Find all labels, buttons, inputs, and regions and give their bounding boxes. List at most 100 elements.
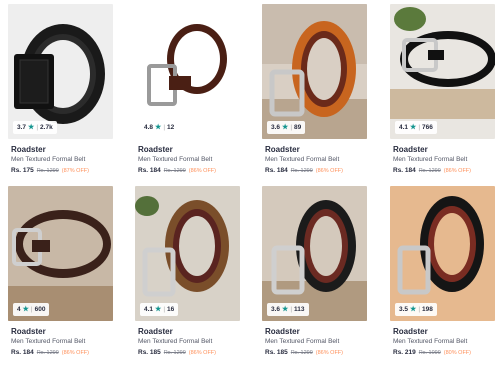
price-discount: (86% OFF) [315, 168, 343, 174]
price-current: Rs. 175 [11, 167, 34, 174]
product-price: Rs. 184 Rs. 1299 (86% OFF) [393, 167, 471, 174]
product-card[interactable]: 4.1 ★ | 766 Roadster Men Textured Formal… [390, 4, 495, 184]
price-discount: (80% OFF) [443, 350, 471, 356]
rating-value: 3.6 [271, 306, 281, 313]
product-brand: Roadster [138, 145, 173, 154]
rating-count: 89 [294, 124, 302, 131]
price-mrp: Rs. 1299 [290, 350, 313, 356]
rating-separator: | [290, 124, 293, 131]
rating-count: 2.7k [40, 124, 53, 131]
price-mrp: Rs. 1099 [418, 350, 441, 356]
rating-badge: 3.6 ★ | 89 [267, 121, 306, 134]
product-name: Men Textured Formal Belt [265, 156, 340, 163]
product-name: Men Textured Formal Belt [138, 338, 213, 345]
star-icon: ★ [410, 124, 417, 131]
product-brand: Roadster [393, 145, 428, 154]
rating-value: 4.1 [144, 306, 154, 313]
rating-separator: | [163, 306, 166, 313]
price-discount: (87% OFF) [61, 168, 89, 174]
rating-value: 4.8 [144, 124, 154, 131]
product-card[interactable]: 4.1 ★ | 16 Roadster Men Textured Formal … [135, 186, 240, 365]
product-price: Rs. 185 Rs. 1299 (86% OFF) [138, 349, 216, 356]
rating-badge: 4.1 ★ | 16 [140, 303, 179, 316]
product-name: Men Textured Formal Belt [393, 156, 468, 163]
product-name: Men Textured Formal Belt [11, 338, 86, 345]
price-discount: (86% OFF) [188, 350, 216, 356]
price-discount: (86% OFF) [188, 168, 216, 174]
product-card[interactable]: 3.6 ★ | 89 Roadster Men Textured Formal … [262, 4, 367, 184]
product-image[interactable] [390, 4, 495, 139]
product-card[interactable]: 4 ★ | 600 Roadster Men Textured Formal B… [8, 186, 113, 365]
star-icon: ★ [155, 306, 162, 313]
product-image[interactable] [390, 186, 495, 321]
product-brand: Roadster [265, 145, 300, 154]
product-image[interactable] [135, 4, 240, 139]
product-card[interactable]: 3.5 ★ | 198 Roadster Men Textured Formal… [390, 186, 495, 365]
product-brand: Roadster [11, 145, 46, 154]
rating-badge: 4 ★ | 600 [13, 303, 50, 316]
product-card[interactable]: 4.8 ★ | 12 Roadster Men Textured Formal … [135, 4, 240, 184]
rating-count: 12 [167, 124, 175, 131]
product-image[interactable] [8, 4, 113, 139]
product-brand: Roadster [138, 327, 173, 336]
price-current: Rs. 184 [11, 349, 34, 356]
product-name: Men Textured Formal Belt [11, 156, 86, 163]
price-mrp: Rs. 1299 [36, 168, 59, 174]
rating-separator: | [36, 124, 39, 131]
price-current: Rs. 184 [138, 167, 161, 174]
product-name: Men Textured Formal Belt [138, 156, 213, 163]
price-current: Rs. 185 [265, 349, 288, 356]
product-name: Men Textured Formal Belt [393, 338, 468, 345]
product-price: Rs. 184 Rs. 1299 (86% OFF) [265, 167, 343, 174]
rating-badge: 4.8 ★ | 12 [140, 121, 179, 134]
product-price: Rs. 185 Rs. 1299 (86% OFF) [265, 349, 343, 356]
price-discount: (86% OFF) [315, 350, 343, 356]
rating-separator: | [418, 306, 421, 313]
star-icon: ★ [22, 306, 29, 313]
price-current: Rs. 184 [265, 167, 288, 174]
rating-count: 113 [294, 306, 305, 313]
price-mrp: Rs. 1299 [36, 350, 59, 356]
rating-separator: | [418, 124, 421, 131]
product-brand: Roadster [393, 327, 428, 336]
product-card[interactable]: 3.6 ★ | 113 Roadster Men Textured Formal… [262, 186, 367, 365]
rating-count: 198 [422, 306, 433, 313]
star-icon: ★ [282, 124, 289, 131]
price-discount: (86% OFF) [443, 168, 471, 174]
product-name: Men Textured Formal Belt [265, 338, 340, 345]
star-icon: ★ [28, 124, 35, 131]
product-image[interactable] [262, 4, 367, 139]
rating-value: 3.7 [17, 124, 27, 131]
rating-badge: 3.7 ★ | 2.7k [13, 121, 57, 134]
price-mrp: Rs. 1299 [163, 350, 186, 356]
rating-count: 600 [34, 306, 46, 313]
star-icon: ★ [410, 306, 417, 313]
star-icon: ★ [282, 306, 289, 313]
rating-badge: 3.6 ★ | 113 [267, 303, 309, 316]
price-mrp: Rs. 1299 [418, 168, 441, 174]
rating-separator: | [30, 306, 33, 313]
product-price: Rs. 219 Rs. 1099 (80% OFF) [393, 349, 471, 356]
star-icon: ★ [155, 124, 162, 131]
rating-badge: 3.5 ★ | 198 [395, 303, 437, 316]
product-image[interactable] [262, 186, 367, 321]
price-mrp: Rs. 1299 [163, 168, 186, 174]
product-card[interactable]: 3.7 ★ | 2.7k Roadster Men Textured Forma… [8, 4, 113, 184]
rating-value: 3.5 [399, 306, 409, 313]
price-discount: (86% OFF) [61, 350, 89, 356]
rating-value: 4.1 [399, 124, 409, 131]
price-current: Rs. 184 [393, 167, 416, 174]
product-price: Rs. 184 Rs. 1299 (86% OFF) [11, 349, 89, 356]
product-price: Rs. 184 Rs. 1299 (86% OFF) [138, 167, 216, 174]
rating-count: 16 [167, 306, 175, 313]
price-mrp: Rs. 1299 [290, 168, 313, 174]
price-current: Rs. 185 [138, 349, 161, 356]
product-image[interactable] [135, 186, 240, 321]
rating-badge: 4.1 ★ | 766 [395, 121, 437, 134]
price-current: Rs. 219 [393, 349, 416, 356]
product-brand: Roadster [265, 327, 300, 336]
rating-separator: | [290, 306, 293, 313]
rating-separator: | [163, 124, 166, 131]
rating-value: 3.6 [271, 124, 281, 131]
product-image[interactable] [8, 186, 113, 321]
